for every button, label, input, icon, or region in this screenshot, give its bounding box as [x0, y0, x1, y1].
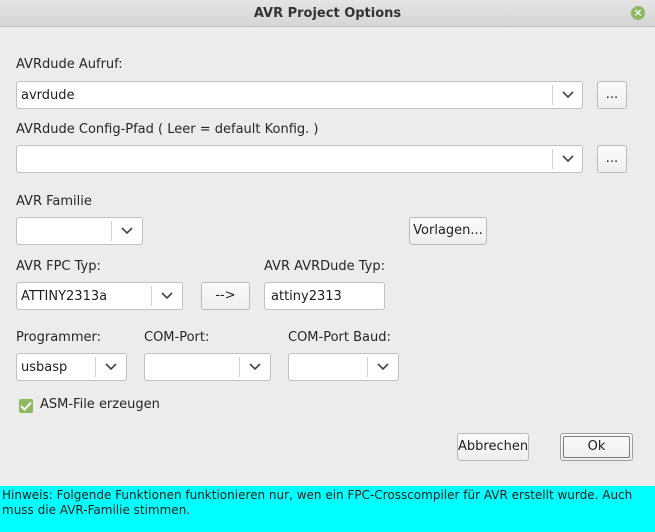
chevron-down-icon[interactable] [152, 283, 182, 309]
asm-file-checkbox[interactable] [19, 399, 33, 413]
programmer-combobox[interactable]: usbasp [16, 353, 127, 381]
checkmark-icon [20, 401, 32, 411]
programmer-value: usbasp [21, 360, 68, 375]
fpc-type-combobox[interactable]: ATTINY2313a [16, 282, 183, 310]
ok-button[interactable]: Ok [560, 433, 633, 461]
avrdude-call-label: AVRdude Aufruf: [16, 57, 123, 72]
avrdude-type-input[interactable]: attiny2313 [264, 282, 385, 310]
chevron-down-icon[interactable] [96, 354, 126, 380]
avrdude-type-label: AVR AVRDude Typ: [264, 259, 385, 274]
avrdude-config-label: AVRdude Config-Pfad ( Leer = default Kon… [16, 122, 319, 137]
avrdude-call-combobox[interactable]: avrdude [16, 81, 583, 109]
templates-button[interactable]: Vorlagen... [409, 217, 487, 245]
hint-text: Hinweis: Folgende Funktionen funktionier… [2, 488, 633, 517]
chevron-down-icon[interactable] [368, 354, 398, 380]
hint-banner: Hinweis: Folgende Funktionen funktionier… [0, 486, 655, 532]
avrdude-type-value: attiny2313 [271, 289, 342, 304]
avrdude-config-browse-button[interactable]: ... [597, 145, 627, 173]
chevron-down-icon[interactable] [112, 218, 142, 244]
avrdude-call-value: avrdude [21, 88, 75, 103]
avr-family-combobox[interactable] [16, 217, 143, 245]
chevron-down-icon[interactable] [240, 354, 270, 380]
com-baud-label: COM-Port Baud: [288, 330, 391, 345]
copy-type-button[interactable]: --> [201, 282, 250, 310]
chevron-down-icon[interactable] [553, 82, 583, 108]
fpc-type-label: AVR FPC Typ: [16, 259, 101, 274]
cancel-button[interactable]: Abbrechen [457, 433, 529, 461]
com-port-label: COM-Port: [144, 330, 210, 345]
asm-file-label: ASM-File erzeugen [40, 397, 160, 412]
chevron-down-icon[interactable] [553, 146, 583, 172]
ok-button-label: Ok [563, 436, 630, 458]
close-icon[interactable]: × [631, 6, 645, 20]
avr-family-label: AVR Familie [16, 194, 92, 209]
title-bar: AVR Project Options × [0, 0, 655, 27]
com-baud-combobox[interactable] [288, 353, 399, 381]
fpc-type-value: ATTINY2313a [21, 289, 108, 304]
com-port-combobox[interactable] [144, 353, 271, 381]
avrdude-call-browse-button[interactable]: ... [597, 81, 627, 109]
programmer-label: Programmer: [16, 330, 102, 345]
avrdude-config-combobox[interactable] [16, 145, 583, 173]
window-title: AVR Project Options [253, 6, 402, 21]
